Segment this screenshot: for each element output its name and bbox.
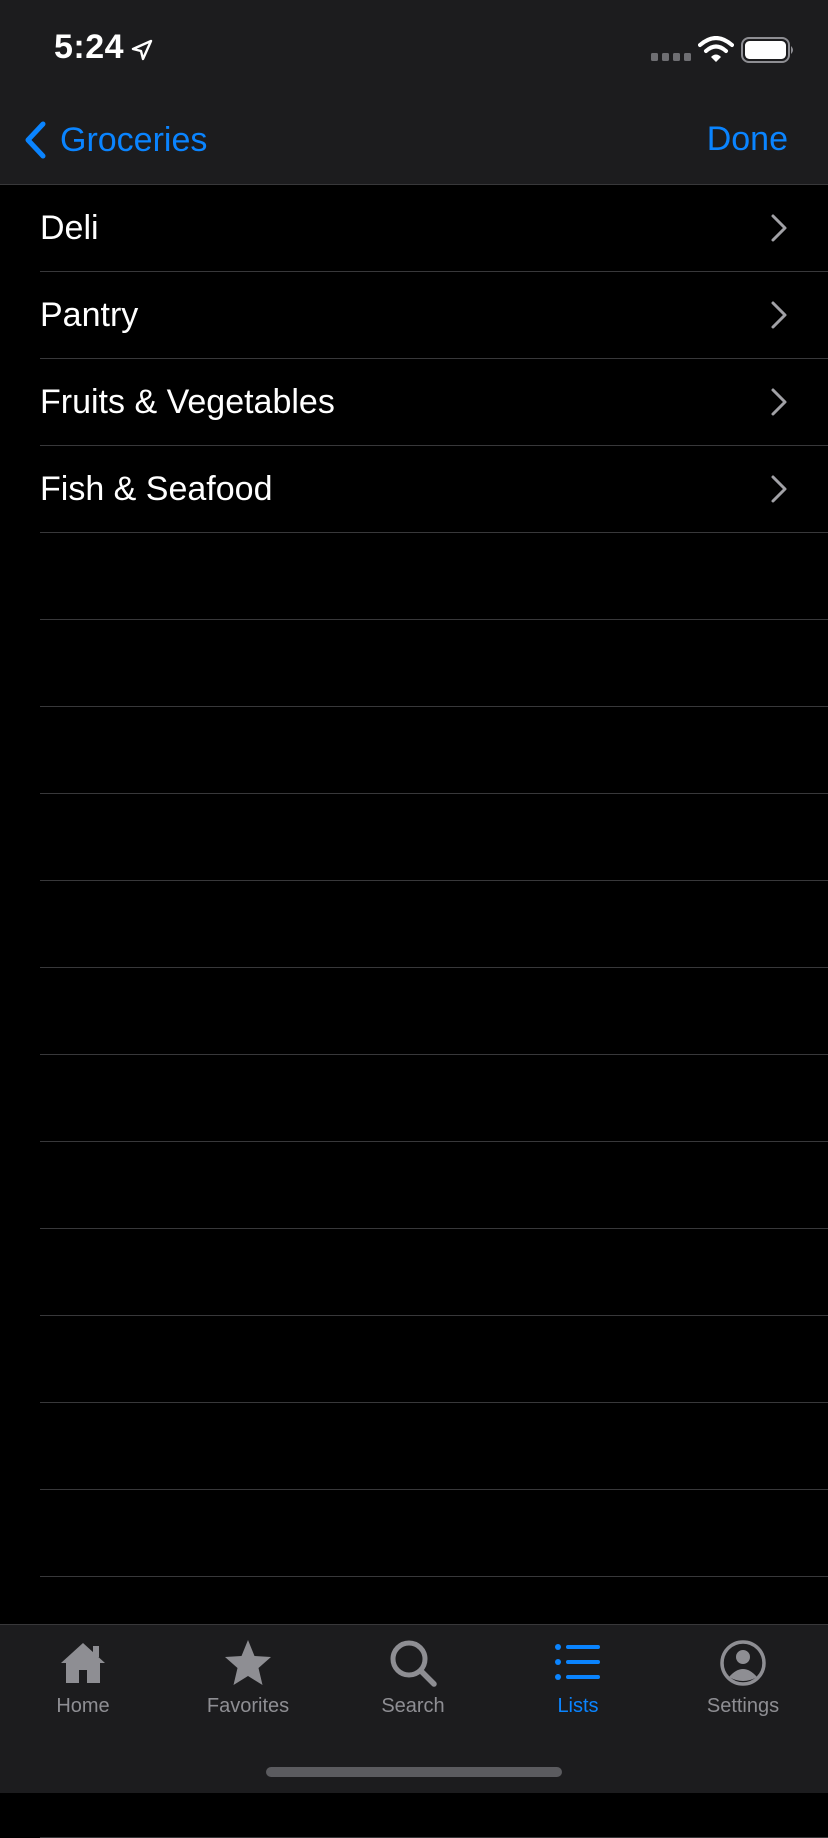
list-item-label: Fish & Seafood xyxy=(40,470,273,508)
empty-row xyxy=(0,620,828,707)
list-item[interactable]: Pantry xyxy=(0,272,828,359)
tab-bar: Home Favorites Search Lists Settings xyxy=(0,1624,828,1793)
chevron-right-icon xyxy=(771,388,787,416)
tab-label: Lists xyxy=(557,1695,599,1717)
wifi-icon xyxy=(698,36,734,62)
tab-lists[interactable]: Lists xyxy=(495,1637,661,1737)
empty-row xyxy=(0,1316,828,1403)
person-circle-icon xyxy=(720,1640,766,1686)
location-arrow-icon xyxy=(131,39,153,61)
home-indicator xyxy=(266,1767,562,1777)
empty-row xyxy=(0,1229,828,1316)
chevron-right-icon xyxy=(771,475,787,503)
status-time: 5:24 xyxy=(54,28,125,66)
list-item[interactable]: Fruits & Vegetables xyxy=(0,359,828,446)
status-bar: 5:24 xyxy=(0,0,828,94)
house-icon xyxy=(61,1643,105,1683)
empty-row xyxy=(0,968,828,1055)
empty-row xyxy=(0,1490,828,1577)
done-button[interactable]: Done xyxy=(707,120,788,159)
tab-favorites[interactable]: Favorites xyxy=(165,1637,331,1737)
tab-label: Home xyxy=(56,1695,110,1717)
empty-row xyxy=(0,881,828,968)
tab-home[interactable]: Home xyxy=(0,1637,166,1737)
tab-search[interactable]: Search xyxy=(330,1637,496,1737)
magnifier-icon xyxy=(390,1640,437,1687)
star-icon xyxy=(225,1640,271,1685)
list-item-label: Deli xyxy=(40,209,99,247)
list-item[interactable]: Fish & Seafood xyxy=(0,446,828,533)
category-list: Deli Pantry Fruits & Vegetables Fish & S… xyxy=(0,185,828,1838)
list-icon xyxy=(555,1644,600,1680)
list-item-label: Fruits & Vegetables xyxy=(40,383,335,421)
empty-row xyxy=(0,1142,828,1229)
chevron-left-icon xyxy=(25,121,46,159)
chevron-right-icon xyxy=(771,301,787,329)
chevron-right-icon xyxy=(771,214,787,242)
battery-icon xyxy=(741,37,793,63)
empty-row xyxy=(0,707,828,794)
navigation-bar: Groceries Done xyxy=(0,94,828,185)
list-item-label: Pantry xyxy=(40,296,139,334)
empty-row xyxy=(0,1403,828,1490)
tab-settings[interactable]: Settings xyxy=(660,1637,826,1737)
back-button-label: Groceries xyxy=(60,120,208,159)
tab-label: Settings xyxy=(706,1695,780,1717)
tab-label: Favorites xyxy=(206,1695,290,1717)
back-button[interactable]: Groceries xyxy=(22,118,207,162)
empty-row xyxy=(0,1055,828,1142)
cellular-signal-icon xyxy=(651,53,691,61)
tab-label: Search xyxy=(381,1695,445,1717)
empty-row xyxy=(0,794,828,881)
list-item[interactable]: Deli xyxy=(0,185,828,272)
empty-row xyxy=(0,533,828,620)
